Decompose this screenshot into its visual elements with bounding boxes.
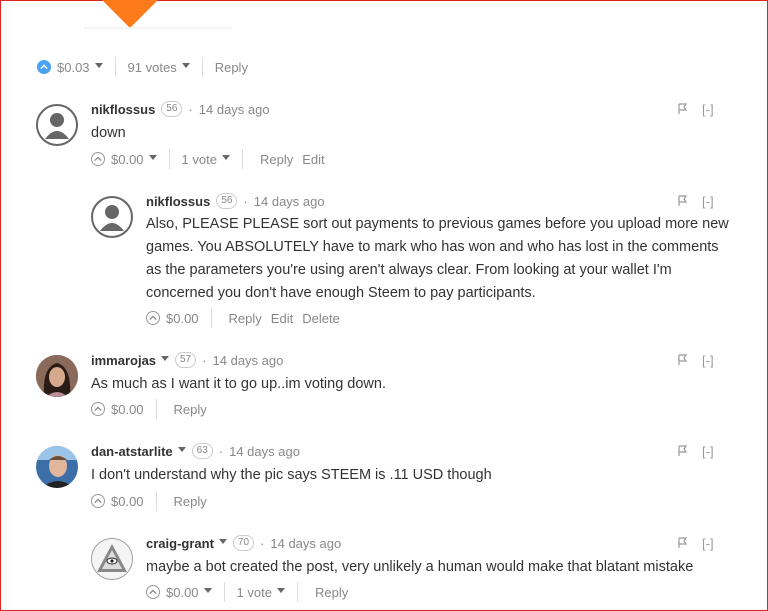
divider xyxy=(84,27,232,30)
comment-vote-row: $0.00 Reply xyxy=(91,398,207,420)
separator xyxy=(223,582,225,602)
upvote-icon[interactable] xyxy=(91,402,105,416)
author-name[interactable]: dan-atstarlite xyxy=(91,444,173,459)
upvote-icon[interactable] xyxy=(146,585,160,599)
avatar[interactable] xyxy=(36,446,78,488)
separator xyxy=(155,399,157,419)
collapse-toggle[interactable]: [-] xyxy=(702,102,714,117)
author-name[interactable]: immarojas xyxy=(91,353,156,368)
caret-down-icon[interactable] xyxy=(181,62,190,68)
reputation-badge: 57 xyxy=(175,352,197,368)
upvote-icon[interactable] xyxy=(146,311,160,325)
separator xyxy=(155,491,157,511)
separator xyxy=(114,57,116,77)
collapse-toggle[interactable]: [-] xyxy=(702,194,714,209)
avatar[interactable] xyxy=(36,104,78,146)
timestamp[interactable]: 14 days ago xyxy=(213,353,284,368)
collapse-toggle[interactable]: [-] xyxy=(702,444,714,459)
reply-link[interactable]: Reply xyxy=(229,311,262,326)
reply-link[interactable]: Reply xyxy=(174,494,207,509)
comment-header: immarojas 57 · 14 days ago xyxy=(91,352,284,368)
separator xyxy=(201,57,203,77)
payout-value[interactable]: $0.00 xyxy=(166,311,199,326)
timestamp[interactable]: 14 days ago xyxy=(270,536,341,551)
reply-link[interactable]: Reply xyxy=(215,60,248,75)
comment-header: dan-atstarlite 63 · 14 days ago xyxy=(91,443,300,459)
reply-link[interactable]: Reply xyxy=(174,402,207,417)
flag-icon[interactable] xyxy=(678,195,688,207)
comment-header: nikflossus 56 · 14 days ago xyxy=(146,193,325,209)
upvote-icon[interactable] xyxy=(37,60,51,74)
comment-header: nikflossus 56 · 14 days ago xyxy=(91,101,270,117)
promoted-marker-icon xyxy=(102,0,158,28)
avatar[interactable] xyxy=(91,538,133,580)
author-name[interactable]: nikflossus xyxy=(146,194,210,209)
payout-value[interactable]: $0.00 xyxy=(111,152,144,167)
flag-icon[interactable] xyxy=(678,445,688,457)
comment-controls: [-] xyxy=(678,534,714,552)
caret-down-icon[interactable] xyxy=(148,154,157,160)
flag-icon[interactable] xyxy=(678,103,688,115)
separator xyxy=(168,149,170,169)
votes-count[interactable]: 1 vote xyxy=(182,152,217,167)
caret-down-icon[interactable] xyxy=(177,446,186,452)
comment-body: down xyxy=(91,125,126,141)
edit-link[interactable]: Edit xyxy=(302,152,324,167)
reply-link[interactable]: Reply xyxy=(260,152,293,167)
caret-down-icon[interactable] xyxy=(203,587,212,593)
comment-body: I don't understand why the pic says STEE… xyxy=(91,467,492,483)
flag-icon[interactable] xyxy=(678,354,688,366)
caret-down-icon[interactable] xyxy=(94,62,103,68)
separator xyxy=(296,582,298,602)
comment-body: maybe a bot created the post, very unlik… xyxy=(146,559,694,575)
comment-body: As much as I want it to go up..im voting… xyxy=(91,376,386,392)
payout-value[interactable]: $0.00 xyxy=(166,585,199,600)
votes-count[interactable]: 91 votes xyxy=(128,60,177,75)
comment-controls: [-] xyxy=(678,442,714,460)
comment-vote-row: $0.00 1 vote Reply xyxy=(146,581,348,603)
payout-value[interactable]: $0.00 xyxy=(111,494,144,509)
separator xyxy=(210,308,212,328)
comment-header: craig-grant 70 · 14 days ago xyxy=(146,535,342,551)
upvote-icon[interactable] xyxy=(91,494,105,508)
avatar[interactable] xyxy=(91,196,133,238)
reply-link[interactable]: Reply xyxy=(315,585,348,600)
comment-vote-row: $0.00 1 vote Reply Edit xyxy=(91,148,325,170)
delete-link[interactable]: Delete xyxy=(302,311,340,326)
caret-down-icon[interactable] xyxy=(276,587,285,593)
reputation-badge: 56 xyxy=(161,101,183,117)
upvote-icon[interactable] xyxy=(91,152,105,166)
collapse-toggle[interactable]: [-] xyxy=(702,536,714,551)
timestamp[interactable]: 14 days ago xyxy=(229,444,300,459)
payout-value[interactable]: $0.00 xyxy=(111,402,144,417)
payout-value[interactable]: $0.03 xyxy=(57,60,90,75)
window-frame xyxy=(0,0,768,611)
edit-link[interactable]: Edit xyxy=(271,311,293,326)
comment-body: Also, PLEASE PLEASE sort out payments to… xyxy=(146,216,729,301)
author-name[interactable]: craig-grant xyxy=(146,536,214,551)
comment-controls: [-] xyxy=(678,100,714,118)
votes-count[interactable]: 1 vote xyxy=(237,585,272,600)
avatar[interactable] xyxy=(36,355,78,397)
author-name[interactable]: nikflossus xyxy=(91,102,155,117)
comment-vote-row: $0.00 Reply xyxy=(91,490,207,512)
separator xyxy=(241,149,243,169)
caret-down-icon[interactable] xyxy=(218,538,227,544)
timestamp[interactable]: 14 days ago xyxy=(199,102,270,117)
post-vote-row: $0.03 91 votes Reply xyxy=(37,56,248,78)
reputation-badge: 63 xyxy=(191,443,213,459)
caret-down-icon[interactable] xyxy=(161,355,170,361)
comment-controls: [-] xyxy=(678,351,714,369)
timestamp[interactable]: 14 days ago xyxy=(254,194,325,209)
comment-controls: [-] xyxy=(678,192,714,210)
reputation-badge: 56 xyxy=(216,193,238,209)
comment-vote-row: $0.00 Reply Edit Delete xyxy=(146,307,340,329)
reputation-badge: 70 xyxy=(232,535,255,551)
flag-icon[interactable] xyxy=(678,537,688,549)
caret-down-icon[interactable] xyxy=(221,154,230,160)
collapse-toggle[interactable]: [-] xyxy=(702,353,714,368)
